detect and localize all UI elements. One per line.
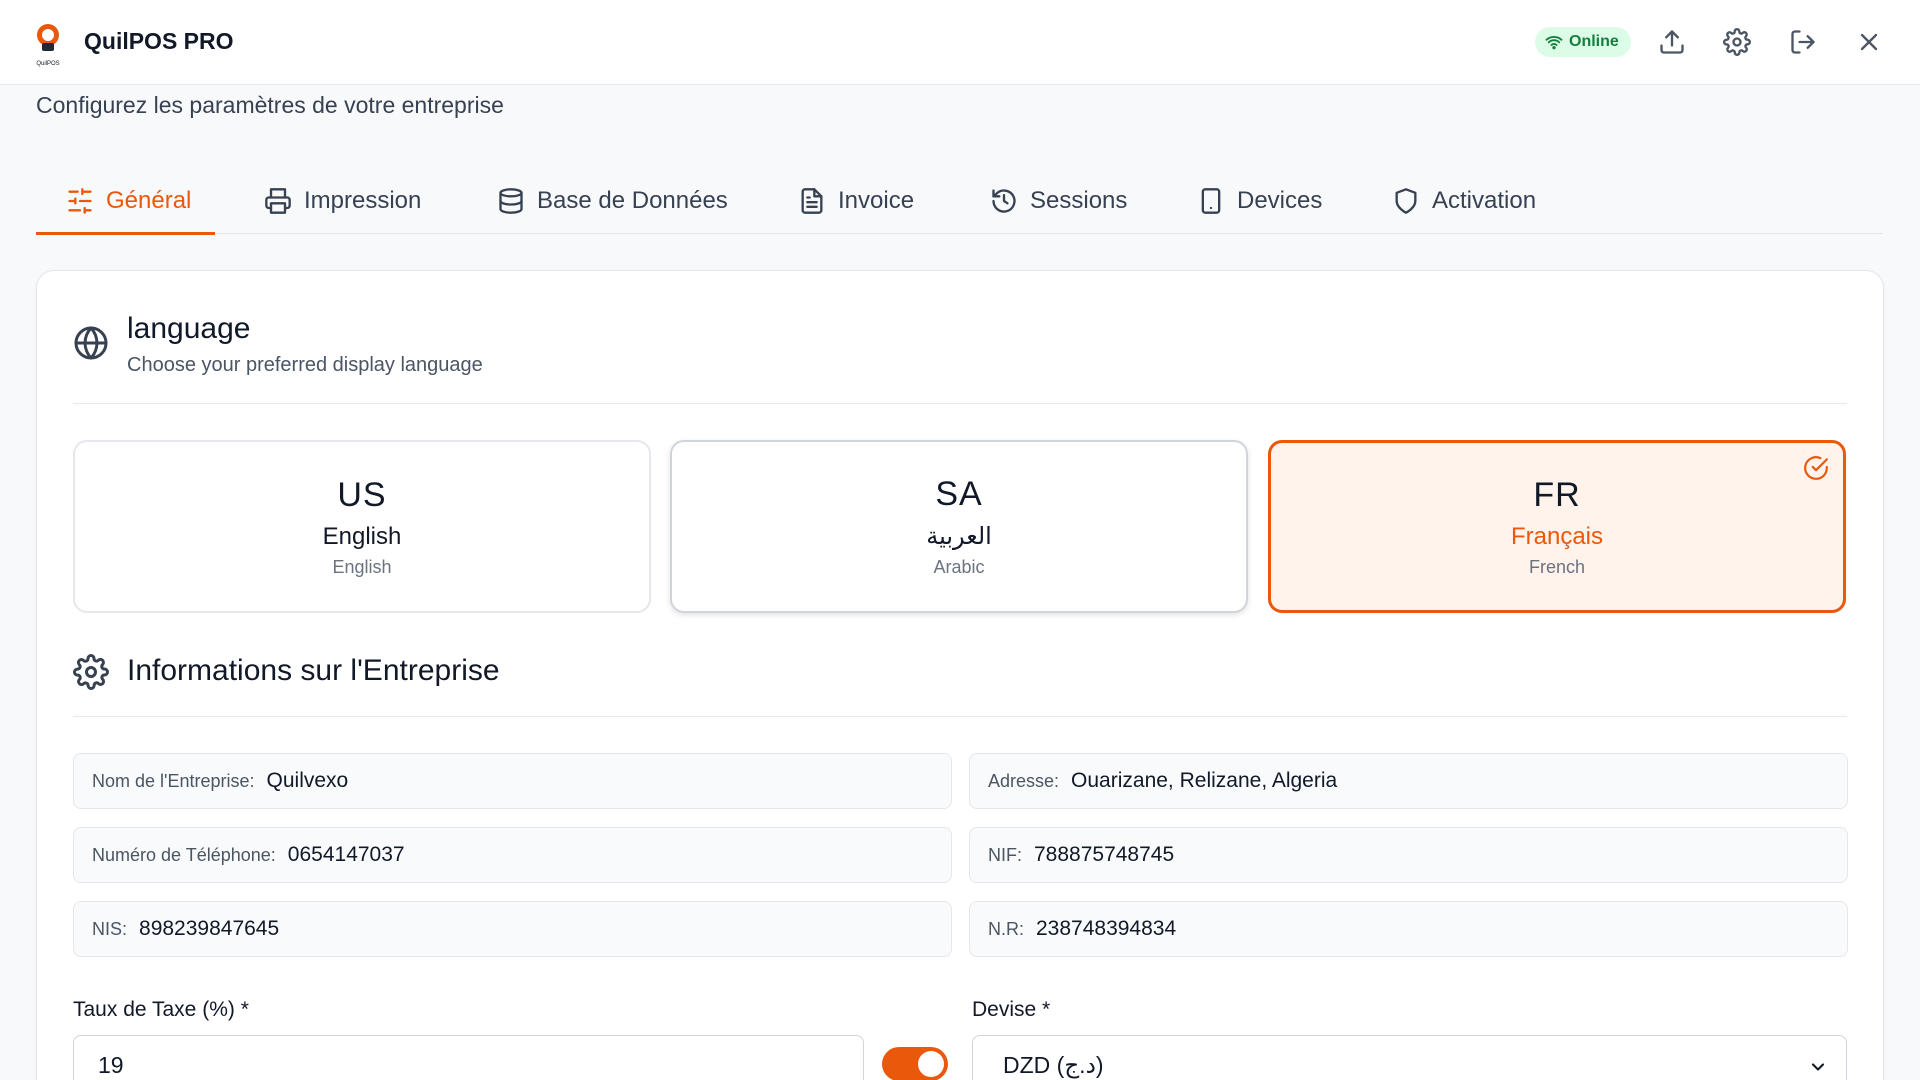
- tab-label: Sessions: [1030, 187, 1128, 214]
- field-label: Nom de l'Entreprise:: [92, 770, 255, 791]
- field-value: Ouarizane, Relizane, Algeria: [1071, 769, 1338, 792]
- tax-rate-label: Taux de Taxe (%) *: [73, 998, 249, 1021]
- settings-tabs: Général Impression Base de Données Invoi…: [36, 168, 1883, 235]
- language-option-arabic[interactable]: SA العربية Arabic: [670, 440, 1248, 613]
- tablet-icon: [1201, 188, 1221, 214]
- tab-label: Invoice: [838, 187, 915, 214]
- online-status-badge: Online: [1535, 27, 1631, 57]
- printer-icon: [265, 188, 291, 214]
- tab-label: Base de Données: [537, 187, 728, 214]
- field-label: Numéro de Téléphone:: [92, 844, 276, 865]
- tax-toggle[interactable]: [882, 1047, 948, 1080]
- globe-icon: [73, 325, 109, 361]
- language-native-name: English: [322, 522, 402, 550]
- logout-button[interactable]: [1783, 22, 1823, 62]
- check-circle-icon: [1803, 455, 1829, 481]
- tab-database[interactable]: Base de Données: [491, 168, 734, 234]
- language-english-name: English: [332, 556, 392, 577]
- company-name-field: Nom de l'Entreprise: Quilvexo: [73, 753, 952, 809]
- field-value: 0654147037: [287, 843, 405, 866]
- tab-label: Devices: [1237, 187, 1323, 214]
- history-icon: [992, 189, 1016, 213]
- language-english-name: Arabic: [933, 557, 985, 577]
- wifi-icon: [1545, 35, 1563, 50]
- tax-rate-input[interactable]: 19: [73, 1035, 864, 1080]
- language-english-name: French: [1528, 556, 1586, 577]
- language-native-name: العربية: [926, 523, 992, 550]
- language-option-french[interactable]: FR Français French: [1268, 440, 1846, 613]
- page-subtitle: Configurez les paramètres de votre entre…: [36, 92, 504, 118]
- tab-sessions[interactable]: Sessions: [984, 168, 1133, 234]
- upload-button[interactable]: [1652, 22, 1692, 62]
- field-value: 238748394834: [1036, 917, 1177, 940]
- database-icon: [499, 188, 523, 214]
- tab-impression[interactable]: Impression: [258, 168, 427, 234]
- logout-icon: [1791, 30, 1815, 54]
- tab-invoice[interactable]: Invoice: [792, 168, 920, 234]
- close-button[interactable]: [1849, 22, 1889, 62]
- shield-icon: [1395, 188, 1417, 214]
- nis-field: NIS: 898239847645: [73, 901, 952, 957]
- tab-label: Activation: [1432, 187, 1537, 214]
- tab-devices[interactable]: Devices: [1191, 168, 1328, 234]
- phone-field: Numéro de Téléphone: 0654147037: [73, 827, 952, 883]
- divider: [73, 403, 1847, 404]
- close-icon: [1860, 33, 1878, 51]
- logo-text: QuilPOS: [36, 61, 60, 67]
- language-section-title: language: [127, 312, 251, 345]
- file-text-icon: [801, 188, 823, 214]
- gear-icon: [1723, 28, 1751, 56]
- currency-label: Devise *: [972, 998, 1051, 1021]
- nr-field: N.R: 238748394834: [969, 901, 1848, 957]
- tab-label: Général: [106, 187, 192, 214]
- language-section-description: Choose your preferred display language: [127, 354, 483, 376]
- address-field: Adresse: Ouarizane, Relizane, Algeria: [969, 753, 1848, 809]
- field-label: NIS:: [92, 918, 128, 939]
- nif-field: NIF: 788875748745: [969, 827, 1848, 883]
- app-logo: QuilPOS: [32, 22, 64, 67]
- field-value: Quilvexo: [266, 769, 349, 792]
- tab-label: Impression: [304, 187, 422, 214]
- field-value: 788875748745: [1034, 843, 1175, 866]
- chevron-down-icon: [1808, 1056, 1828, 1076]
- field-label: N.R:: [988, 918, 1024, 939]
- language-option-english[interactable]: US English English: [73, 440, 651, 613]
- field-label: Adresse:: [988, 770, 1060, 791]
- language-code: US: [337, 475, 387, 514]
- language-native-name: Français: [1510, 522, 1604, 550]
- company-section-title: Informations sur l'Entreprise: [127, 654, 500, 687]
- tab-activation[interactable]: Activation: [1386, 168, 1542, 234]
- app-header: QuilPOS QuilPOS PRO Online: [0, 0, 1920, 85]
- currency-select[interactable]: DZD (د.ج): [972, 1035, 1847, 1080]
- language-code: FR: [1533, 475, 1581, 514]
- sliders-icon: [68, 188, 92, 214]
- currency-selected-value: DZD (د.ج): [1003, 1051, 1104, 1078]
- upload-icon: [1660, 30, 1684, 54]
- language-code: SA: [935, 475, 983, 513]
- gear-icon: [73, 654, 109, 690]
- field-label: NIF:: [988, 844, 1022, 865]
- app-title: QuilPOS PRO: [84, 28, 234, 54]
- field-value: 898239847645: [139, 917, 280, 940]
- divider: [73, 716, 1847, 717]
- settings-button[interactable]: [1717, 22, 1757, 62]
- toggle-knob: [918, 1051, 944, 1077]
- online-status-text: Online: [1569, 33, 1619, 50]
- tab-general[interactable]: Général: [36, 168, 216, 235]
